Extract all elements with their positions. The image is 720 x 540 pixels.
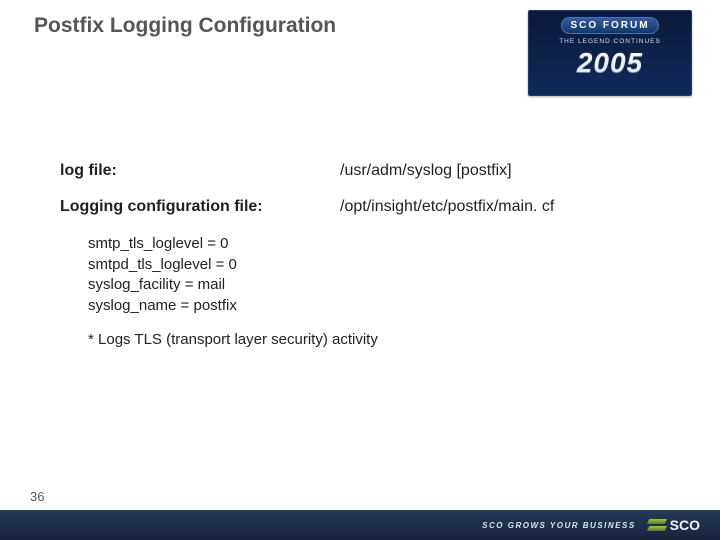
badge-forum-text: SCO FORUM [561, 17, 658, 34]
content-row: log file: /usr/adm/syslog [postfix] [60, 162, 660, 180]
sco-glyph-icon [648, 519, 666, 531]
sco-logo: SCO [648, 517, 700, 533]
slide-body: log file: /usr/adm/syslog [postfix] Logg… [60, 162, 660, 348]
row-label: log file: [60, 162, 340, 180]
settings-block: smtp_tls_loglevel = 0 smtpd_tls_loglevel… [88, 234, 660, 317]
slide-title: Postfix Logging Configuration [34, 14, 336, 38]
row-value: /opt/insight/etc/postfix/main. cf [340, 198, 554, 216]
footnote: * Logs TLS (transport layer security) ac… [88, 331, 660, 348]
sco-forum-badge: SCO FORUM THE LEGEND CONTINUES 2005 [528, 10, 692, 96]
slide-footer: SCO GROWS YOUR BUSINESS SCO [0, 510, 720, 540]
row-label: Logging configuration file: [60, 198, 340, 216]
setting-line: syslog_name = postfix [88, 296, 660, 317]
row-value: /usr/adm/syslog [postfix] [340, 162, 512, 180]
setting-line: syslog_facility = mail [88, 275, 660, 296]
slide: Postfix Logging Configuration SCO FORUM … [0, 0, 720, 540]
setting-line: smtp_tls_loglevel = 0 [88, 234, 660, 255]
sco-logo-text: SCO [670, 517, 700, 533]
badge-tagline: THE LEGEND CONTINUES [529, 38, 691, 45]
slide-header: Postfix Logging Configuration SCO FORUM … [0, 0, 720, 145]
setting-line: smtpd_tls_loglevel = 0 [88, 255, 660, 276]
page-number: 36 [30, 484, 44, 510]
content-row: Logging configuration file: /opt/insight… [60, 198, 660, 216]
footer-tagline: SCO GROWS YOUR BUSINESS [482, 521, 635, 530]
badge-year: 2005 [529, 47, 691, 79]
